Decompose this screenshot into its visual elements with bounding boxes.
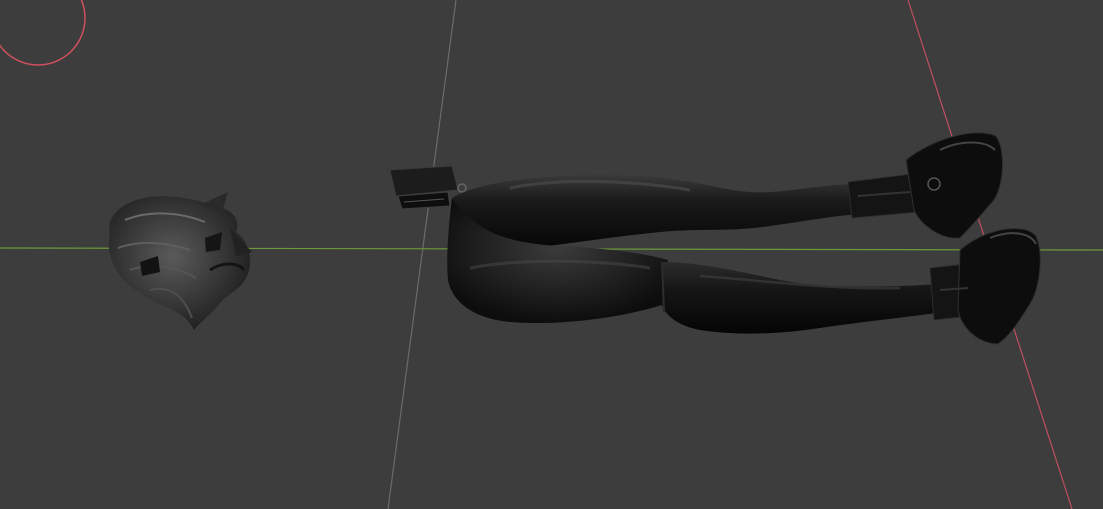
viewport-canvas[interactable] [0, 0, 1103, 509]
z-axis-line [387, 0, 457, 509]
3d-cursor-icon[interactable] [0, 0, 86, 66]
left-boot-mesh[interactable] [929, 228, 1041, 345]
3d-viewport[interactable] [0, 0, 1103, 509]
hair-mesh[interactable] [108, 192, 252, 330]
